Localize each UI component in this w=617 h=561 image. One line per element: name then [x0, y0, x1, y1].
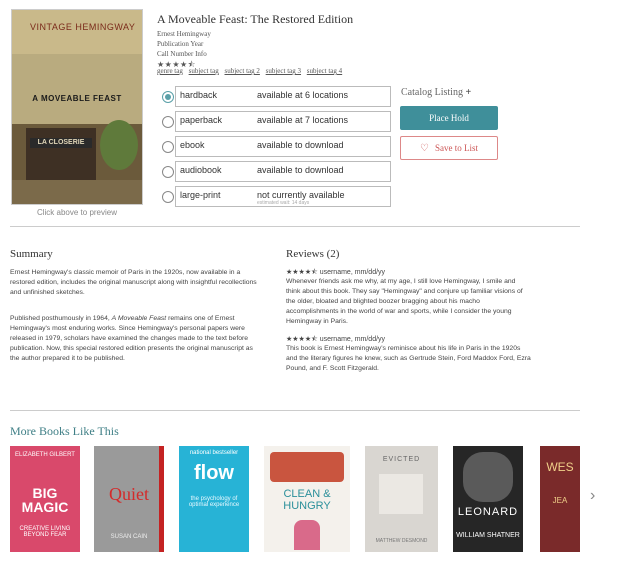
review-stars: ★★★★⯪ [286, 269, 318, 276]
summary-paragraph-2: Published posthumously in 1964, A Moveab… [10, 314, 260, 364]
format-name: ebook [180, 140, 205, 150]
book-card-image [270, 452, 344, 482]
publication-year: Publication Year [157, 40, 204, 48]
book-title: A Moveable Feast: The Restored Edition [157, 12, 354, 26]
tag-subject-2[interactable]: subject tag 2 [225, 67, 260, 75]
chevron-right-icon[interactable]: › [590, 487, 595, 505]
format-radio[interactable] [162, 166, 174, 178]
plus-icon: + [465, 87, 472, 98]
review-stars: ★★★★⯪ [286, 336, 318, 343]
cover-title: A MOVEABLE FEAST [32, 94, 122, 103]
reviews-heading: Reviews (2) [286, 248, 340, 260]
format-radio[interactable] [162, 91, 174, 103]
cover-sign: LA CLOSERIE [30, 138, 92, 148]
format-name: audiobook [180, 165, 222, 175]
book-cover-card[interactable]: LEONARD WILLIAM SHATNER [453, 446, 523, 552]
book-author: Ernest Hemingway [157, 30, 211, 38]
summary-heading: Summary [10, 248, 53, 260]
format-name: large-print [180, 190, 221, 200]
book-card-subtitle: the psychology of optimal experience [188, 496, 240, 508]
cover-top-band [12, 10, 142, 54]
book-card-title: WES [546, 460, 574, 474]
format-option[interactable]: ebook available to download [175, 136, 391, 157]
format-availability: available to download [257, 165, 344, 175]
more-books-heading: More Books Like This [10, 424, 119, 438]
review-text: Whenever friends ask me why, at my age, … [286, 278, 523, 325]
catalog-listing-label: Catalog Listing [401, 87, 463, 98]
book-cover-card[interactable]: EVICTED MATTHEW DESMOND [365, 446, 438, 552]
format-availability: available at 7 locations [257, 115, 349, 125]
format-row-large-print[interactable]: large-print not currently available esti… [162, 186, 391, 207]
format-name: paperback [180, 115, 223, 125]
book-card-title: CLEAN & HUNGRY [283, 488, 331, 512]
book-cover-card[interactable]: WES JEA [540, 446, 580, 552]
format-availability: not currently available [257, 190, 345, 200]
review-byline: username, mm/dd/yy [319, 336, 386, 343]
book-card-image [379, 474, 423, 514]
cover-tree [100, 120, 138, 170]
format-row-audiobook[interactable]: audiobook available to download [162, 161, 391, 182]
book-card-subtitle: CREATIVE LIVING BEYOND FEAR [19, 526, 71, 538]
format-availability: available at 6 locations [257, 90, 349, 100]
book-card-author: WILLIAM SHATNER [456, 532, 520, 539]
summary-text: Published posthumously in 1964, [10, 315, 112, 322]
format-wait: estimated wait: 14 days [257, 200, 310, 206]
format-option[interactable]: hardback available at 6 locations [175, 86, 391, 107]
preview-note: Click above to preview [36, 208, 118, 217]
review-byline: username, mm/dd/yy [319, 269, 386, 276]
book-card-badge: national bestseller [189, 450, 239, 456]
book-cover-card[interactable]: national bestseller flow the psychology … [179, 446, 249, 552]
cover-cafe [26, 128, 96, 180]
book-card-image [294, 520, 320, 550]
book-cover-card[interactable]: ELIZABETH GILBERT BIG MAGIC CREATIVE LIV… [10, 446, 80, 552]
format-availability: available to download [257, 140, 344, 150]
tag-genre[interactable]: genre tag [157, 67, 183, 75]
format-radio[interactable] [162, 191, 174, 203]
book-card-title: flow [194, 462, 234, 484]
divider [10, 226, 580, 227]
book-card-title: EVICTED [382, 456, 421, 463]
book-card-portrait [463, 452, 513, 502]
format-row-paperback[interactable]: paperback available at 7 locations [162, 111, 391, 132]
tag-subject-4[interactable]: subject tag 4 [307, 67, 342, 75]
catalog-listing-toggle[interactable]: Catalog Listing + [401, 87, 471, 98]
book-card-author: ELIZABETH GILBERT [15, 452, 75, 458]
format-option[interactable]: paperback available at 7 locations [175, 111, 391, 132]
tag-list: genre tag subject tag subject tag 2 subj… [157, 67, 346, 75]
format-radio[interactable] [162, 116, 174, 128]
book-cover-card[interactable]: Quiet SUSAN CAIN [94, 446, 164, 552]
tag-subject[interactable]: subject tag [189, 67, 219, 75]
summary-book-title: A Moveable Feast [111, 315, 167, 322]
save-to-list-button[interactable]: ♡ Save to List [400, 136, 498, 160]
book-card-title: Quiet [109, 484, 149, 504]
summary-text: remains one of Ernest Hemingway's most e… [10, 315, 253, 362]
format-option[interactable]: large-print not currently available esti… [175, 186, 391, 207]
book-card-title: LEONARD [457, 506, 519, 518]
cover-middle-band [12, 54, 142, 124]
summary-paragraph-1: Ernest Hemingway's classic memoir of Par… [10, 269, 257, 296]
book-card-author: SUSAN CAIN [110, 534, 148, 540]
save-to-list-label: Save to List [434, 143, 478, 153]
format-row-hardback[interactable]: hardback available at 6 locations [162, 86, 391, 107]
tag-subject-3[interactable]: subject tag 3 [266, 67, 301, 75]
book-cover[interactable]: VINTAGE HEMINGWAY A MOVEABLE FEAST LA CL… [12, 10, 142, 204]
heart-icon: ♡ [420, 143, 429, 154]
place-hold-button[interactable]: Place Hold [400, 106, 498, 130]
book-card-subtitle: JEA [552, 496, 568, 505]
call-number: Call Number Info [157, 50, 207, 58]
book-card-author: MATTHEW DESMOND [375, 538, 428, 544]
book-cover-card[interactable]: CLEAN & HUNGRY [264, 446, 350, 552]
format-option[interactable]: audiobook available to download [175, 161, 391, 182]
book-card-title: BIG MAGIC [21, 485, 69, 515]
divider [10, 410, 580, 411]
format-name: hardback [180, 90, 218, 100]
format-radio[interactable] [162, 141, 174, 153]
cover-sign-text: LA CLOSERIE [37, 139, 85, 146]
review-text: This book is Ernest Hemingway's reminisc… [286, 345, 531, 372]
cover-ground [12, 180, 142, 204]
format-row-ebook[interactable]: ebook available to download [162, 136, 391, 157]
cover-brand: VINTAGE HEMINGWAY [30, 22, 136, 32]
